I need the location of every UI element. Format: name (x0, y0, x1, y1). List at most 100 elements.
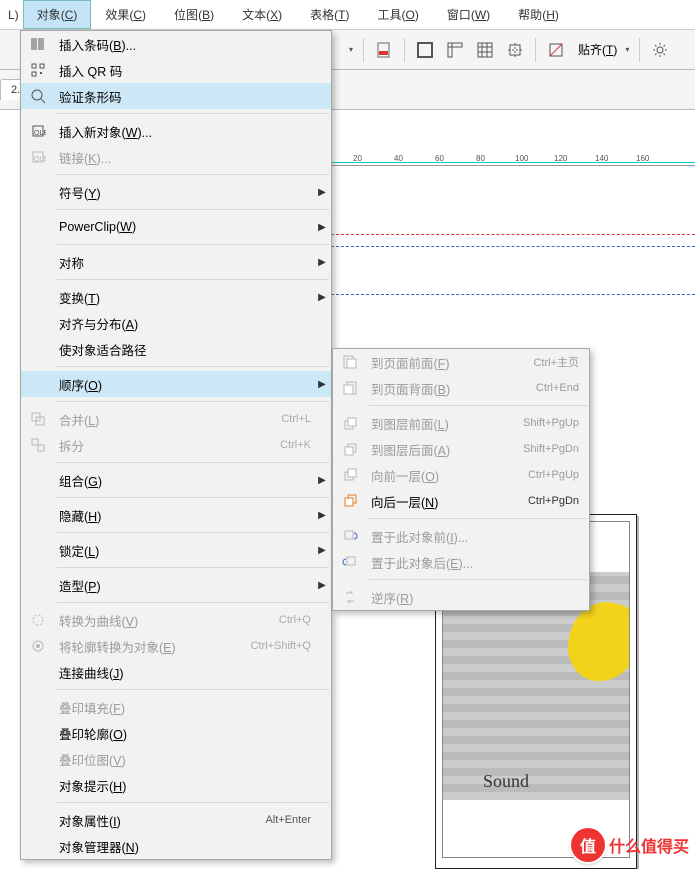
menu-item-转换为曲线: 转换为曲线(V)Ctrl+Q (21, 607, 331, 633)
submenu-shortcut: Shift+PgDn (523, 443, 589, 455)
menu-item-label: 插入条码(B)... (55, 35, 331, 54)
menu-item-变换[interactable]: 变换(T)▶ (21, 284, 331, 310)
barcode-icon (21, 36, 55, 52)
menu-item-将轮廓转换为对象: 将轮廓转换为对象(E)Ctrl+Shift+Q (21, 633, 331, 659)
menu-item-造型[interactable]: 造型(P)▶ (21, 572, 331, 598)
submenu-item-向后一层[interactable]: 向后一层(N)Ctrl+PgDn (333, 488, 589, 514)
menu-item-顺序[interactable]: 顺序(O)▶ (21, 371, 331, 397)
menu-item-连接曲线[interactable]: 连接曲线(J) (21, 659, 331, 685)
back-layer-icon (333, 441, 367, 457)
watermark-text: 什么值得买 (609, 833, 689, 857)
menu-item-合并: 合并(L)Ctrl+L (21, 406, 331, 432)
menu-item-PowerClip[interactable]: PowerClip(W)▶ (21, 214, 331, 240)
reverse-icon (333, 589, 367, 605)
menu-item-label: 对齐与分布(A) (55, 314, 331, 333)
menu-separator (57, 602, 329, 603)
submenu-arrow-icon: ▶ (313, 510, 331, 521)
qr-icon (21, 62, 55, 78)
menu-item-对象管理器[interactable]: 对象管理器(N) (21, 833, 331, 859)
submenu-arrow-icon: ▶ (313, 475, 331, 486)
separator (363, 38, 364, 62)
snap-off-button[interactable] (542, 36, 570, 64)
menu-effects[interactable]: 效果(C) (91, 0, 160, 29)
submenu-item-置于此对象后[interactable]: 置于此对象后(E)... (333, 549, 589, 575)
show-rulers-button[interactable] (441, 36, 469, 64)
ole-new-icon: OLE (21, 123, 55, 139)
menu-shortcut: Ctrl+Q (279, 614, 331, 626)
submenu-item-到图层前面: 到图层前面(L)Shift+PgUp (333, 410, 589, 436)
menu-item-label: 插入 QR 码 (55, 61, 331, 80)
menu-item-符号[interactable]: 符号(Y)▶ (21, 179, 331, 205)
menu-tools[interactable]: 工具(O) (363, 0, 432, 29)
menu-item-label: 连接曲线(J) (55, 663, 331, 682)
options-button[interactable] (646, 36, 674, 64)
fullscreen-icon (417, 42, 433, 58)
menu-item-对齐与分布[interactable]: 对齐与分布(A) (21, 310, 331, 336)
menu-item-对象属性[interactable]: 对象属性(I)Alt+Enter (21, 807, 331, 833)
menu-item-验证条形码[interactable]: 验证条形码 (21, 83, 331, 109)
guides-icon (507, 42, 523, 58)
menu-window[interactable]: 窗口(W) (433, 0, 504, 29)
menu-object[interactable]: 对象(C) (23, 0, 92, 29)
menu-separator (57, 532, 329, 533)
menu-shortcut: Ctrl+K (280, 439, 331, 451)
dropdown-icon[interactable]: ▾ (345, 36, 357, 64)
publish-pdf-button[interactable] (370, 36, 398, 64)
menu-item-插入QR码[interactable]: 插入 QR 码 (21, 57, 331, 83)
menu-item-label: 变换(T) (55, 288, 313, 307)
menu-item-使对象适合路径[interactable]: 使对象适合路径 (21, 336, 331, 362)
show-grid-button[interactable] (471, 36, 499, 64)
menu-item-组合[interactable]: 组合(G)▶ (21, 467, 331, 493)
menu-separator (57, 497, 329, 498)
menu-shortcut: Ctrl+L (281, 413, 331, 425)
menu-item-label: 插入新对象(W)... (55, 122, 331, 141)
watermark: 值 什么值得买 (571, 828, 689, 862)
artwork-text: Sound (483, 771, 529, 792)
menu-item-锁定[interactable]: 锁定(L)▶ (21, 537, 331, 563)
submenu-shortcut: Ctrl+End (536, 382, 589, 394)
break-icon (21, 437, 55, 453)
object-menu: 插入条码(B)...插入 QR 码验证条形码OLE插入新对象(W)...OLE链… (20, 30, 332, 860)
submenu-arrow-icon: ▶ (313, 545, 331, 556)
submenu-item-置于此对象前[interactable]: 置于此对象前(I)... (333, 523, 589, 549)
menu-bitmap[interactable]: 位图(B) (160, 0, 228, 29)
submenu-arrow-icon: ▶ (313, 222, 331, 233)
menu-separator (57, 567, 329, 568)
menu-separator (57, 689, 329, 690)
menu-item-叠印轮廓[interactable]: 叠印轮廓(O) (21, 720, 331, 746)
menu-item-隐藏[interactable]: 隐藏(H)▶ (21, 502, 331, 528)
menu-shortcut: Alt+Enter (265, 814, 331, 826)
order-submenu: 到页面前面(F)Ctrl+主页到页面背面(B)Ctrl+End到图层前面(L)S… (332, 348, 590, 611)
fullscreen-button[interactable] (411, 36, 439, 64)
menu-separator (57, 113, 329, 114)
menu-item-label: 顺序(O) (55, 375, 313, 394)
in-front-of-icon (333, 528, 367, 544)
show-guides-button[interactable] (501, 36, 529, 64)
menu-separator (369, 405, 587, 406)
submenu-item-label: 到图层前面(L) (367, 414, 523, 433)
back-one-icon (333, 493, 367, 509)
separator (535, 38, 536, 62)
menu-item-叠印位图: 叠印位图(V) (21, 746, 331, 772)
menu-separator (369, 518, 587, 519)
menu-item-对称[interactable]: 对称▶ (21, 249, 331, 275)
snap-label[interactable]: 贴齐(T) (572, 41, 619, 58)
menu-item-label: 锁定(L) (55, 541, 313, 560)
menu-separator (57, 462, 329, 463)
snap-dropdown-icon[interactable]: ▾ (621, 36, 633, 64)
menu-text[interactable]: 文本(X) (228, 0, 296, 29)
menu-item-对象提示[interactable]: 对象提示(H) (21, 772, 331, 798)
menubar: L) 对象(C) 效果(C) 位图(B) 文本(X) 表格(T) 工具(O) 窗… (0, 0, 695, 30)
menu-item-插入新对象[interactable]: OLE插入新对象(W)... (21, 118, 331, 144)
menu-shortcut: Ctrl+Shift+Q (250, 640, 331, 652)
snap-off-icon (548, 42, 564, 58)
submenu-shortcut: Ctrl+主页 (533, 354, 589, 370)
grid-icon (477, 42, 493, 58)
submenu-item-label: 向后一层(N) (367, 492, 528, 511)
menu-table[interactable]: 表格(T) (296, 0, 363, 29)
menu-item-插入条码[interactable]: 插入条码(B)... (21, 31, 331, 57)
menu-separator (57, 209, 329, 210)
menu-help[interactable]: 帮助(H) (504, 0, 573, 29)
menu-separator (57, 174, 329, 175)
menu-separator (369, 579, 587, 580)
